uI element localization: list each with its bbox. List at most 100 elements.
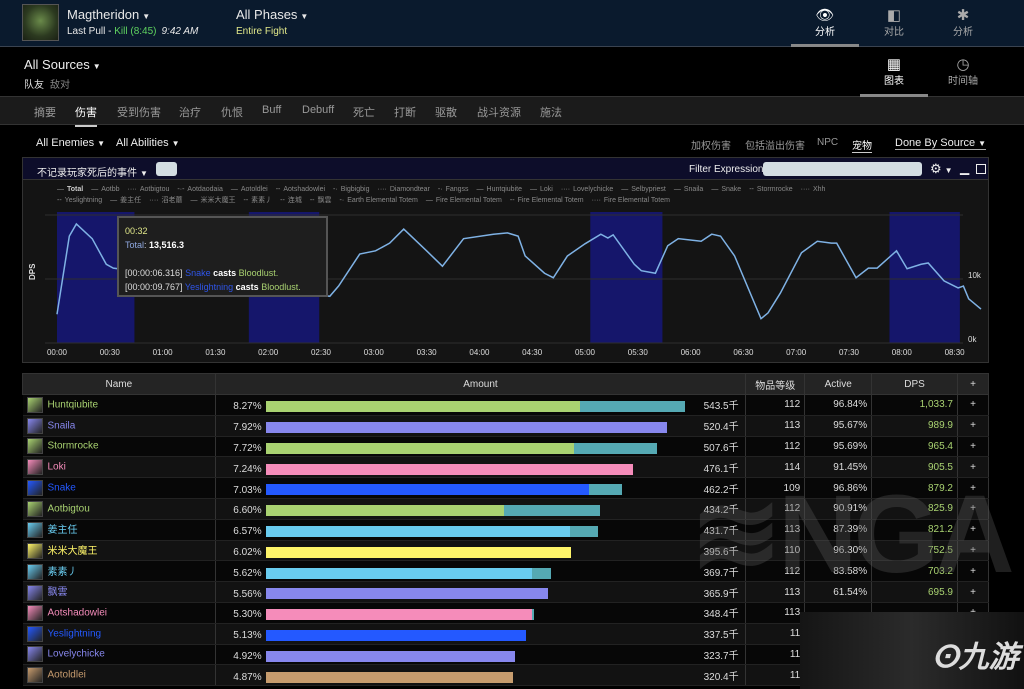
sources-selector[interactable]: All Sources ▼ — [24, 57, 101, 72]
legend-item[interactable]: -· Earth Elemental Totem — [340, 197, 418, 204]
legend-item[interactable]: -· Fangss — [438, 186, 469, 193]
legend-item[interactable]: -- Aotshadowlei — [276, 186, 325, 193]
minimize-icon[interactable]: ▁ — [960, 161, 969, 175]
tab-4[interactable]: 仇恨 — [221, 104, 243, 120]
legend-item[interactable]: -- Stormrocke — [749, 186, 792, 193]
tab-6[interactable]: Debuff — [302, 104, 334, 116]
col-add[interactable]: + — [957, 373, 989, 395]
view-chart[interactable]: ▦ 图表 — [860, 48, 928, 97]
tab-8[interactable]: 打断 — [394, 104, 416, 120]
legend-item[interactable]: — Loki — [530, 186, 553, 193]
legend-item[interactable]: — Huntqiubite — [477, 186, 522, 193]
nav-analyze-2[interactable]: ✱ 分析 — [929, 0, 997, 47]
line-style-icon: — — [230, 186, 238, 193]
legend-item[interactable]: -·- Aotdaodaia — [177, 186, 222, 193]
own-damage-bar — [265, 442, 574, 454]
legend-item[interactable]: — 米米大魔王 — [191, 197, 236, 204]
player-cell[interactable]: Huntqiubite — [22, 394, 216, 416]
x-tick-label: 01:00 — [153, 348, 174, 357]
table-row[interactable]: Snaila 7.92% 520.4千 113 95.67% 989.9 + — [22, 415, 989, 437]
tab-7[interactable]: 死亡 — [353, 104, 375, 120]
legend-item[interactable]: ···· Lovelychicke — [561, 186, 613, 193]
death-events-selector[interactable]: 不记录玩家死后的事件 ▼ — [37, 164, 148, 179]
legend-item[interactable]: — 姜主任 — [110, 197, 141, 204]
legend-item[interactable]: -- Fire Elemental Totem — [510, 197, 584, 204]
line-style-icon: -- — [57, 197, 62, 204]
col-dps[interactable]: DPS — [871, 373, 958, 395]
x-tick-label: 07:00 — [786, 348, 807, 357]
player-cell[interactable]: 姜主任 — [22, 519, 216, 541]
dps-value: 1,033.7 — [871, 394, 958, 416]
legend-item[interactable]: -- 飘雲 — [310, 197, 332, 204]
y-tick-label: 10k — [968, 271, 982, 280]
phase-selector[interactable]: All Phases ▼ — [236, 7, 308, 22]
legend-item[interactable]: ···· Diamondtear — [378, 186, 430, 193]
expand-button[interactable]: + — [957, 415, 989, 437]
player-cell[interactable]: 米米大魔王 — [22, 540, 216, 562]
legend-item[interactable]: — Aotoldlei — [231, 186, 268, 193]
gear-icon[interactable]: ⚙ ▼ — [930, 161, 953, 177]
player-cell[interactable]: Aotoldlei — [22, 664, 216, 687]
player-cell[interactable]: Loki — [22, 456, 216, 479]
ally-option[interactable]: 队友 — [24, 80, 44, 91]
legend-item[interactable]: — Fire Elemental Totem — [426, 197, 502, 204]
tab-1[interactable]: 伤害 — [75, 104, 97, 127]
filter-expression-input[interactable] — [763, 162, 922, 176]
col-item-level[interactable]: 物品等级 — [745, 373, 806, 395]
player-cell[interactable]: Snake — [22, 477, 216, 499]
legend-item[interactable]: — Total — [57, 186, 83, 193]
player-cell[interactable]: Aotshadowlei — [22, 602, 216, 624]
legend-item[interactable]: -- 连城 — [280, 197, 302, 204]
boss-selector[interactable]: Magtheridon ▼ — [67, 7, 150, 22]
col-amount[interactable]: Amount — [214, 373, 747, 395]
player-cell[interactable]: Lovelychicke — [22, 644, 216, 666]
tab-3[interactable]: 治疗 — [179, 104, 201, 120]
player-cell[interactable]: Aotbigtou — [22, 498, 216, 520]
legend-item[interactable]: ···· Fire Elemental Totem — [592, 197, 670, 204]
expand-button[interactable]: + — [957, 394, 989, 416]
legend-item[interactable]: ···· 滔老蘑 — [149, 197, 182, 204]
legend-item[interactable]: ···· Aotbigtou — [128, 186, 170, 193]
include-overkill-toggle[interactable]: 包括溢出伤害 — [745, 137, 805, 152]
legend-item[interactable]: -· Bigbigbig — [333, 186, 369, 193]
table-row[interactable]: Stormrocke 7.72% 507.6千 112 95.69% 965.4 … — [22, 436, 989, 458]
tab-11[interactable]: 施法 — [540, 104, 562, 120]
done-by-selector[interactable]: Done By Source ▼ — [895, 137, 987, 150]
pets-toggle[interactable]: 宠物 — [852, 137, 872, 153]
player-cell[interactable]: 飘雲 — [22, 581, 216, 603]
tab-5[interactable]: Buff — [262, 104, 281, 116]
item-level: 113 — [745, 602, 806, 624]
maximize-icon[interactable] — [976, 164, 986, 174]
legend-item[interactable]: — Snake — [711, 186, 741, 193]
player-cell[interactable]: Yeslightning — [22, 623, 216, 645]
legend-item[interactable]: ···· Xhh — [801, 186, 826, 193]
col-active[interactable]: Active — [804, 373, 873, 395]
legend-item[interactable]: — Snaila — [674, 186, 703, 193]
nav-compare[interactable]: ◧ 对比 — [860, 0, 928, 47]
player-cell[interactable]: Snaila — [22, 415, 216, 437]
legend-item[interactable]: -- 素素丿 — [244, 197, 273, 204]
legend-item[interactable]: — Selbypriest — [621, 186, 666, 193]
nav-analyze[interactable]: 👁 分析 — [791, 0, 859, 47]
view-timeline[interactable]: ◷ 时间轴 — [929, 48, 997, 97]
tab-0[interactable]: 摘要 — [34, 104, 56, 120]
tab-9[interactable]: 驱散 — [435, 104, 457, 120]
enemy-option[interactable]: 敌对 — [50, 80, 70, 91]
tooltip-time: 00:32 — [125, 226, 148, 236]
player-cell[interactable]: Stormrocke — [22, 436, 216, 458]
legend-item[interactable]: — Aotbb — [91, 186, 119, 193]
tab-10[interactable]: 战斗资源 — [477, 104, 521, 120]
legend-item[interactable]: -- Yeslightning — [57, 197, 102, 204]
deaths-toggle[interactable] — [156, 162, 177, 176]
enemies-selector[interactable]: All Enemies ▼ — [36, 137, 105, 149]
player-cell[interactable]: 素素丿 — [22, 560, 216, 583]
class-icon — [26, 522, 43, 539]
weighted-damage-toggle[interactable]: 加权伤害 — [691, 137, 731, 152]
col-name[interactable]: Name — [22, 373, 216, 395]
legend-label: Snaila — [683, 186, 704, 193]
tab-2[interactable]: 受到伤害 — [117, 104, 161, 120]
npc-toggle[interactable]: NPC — [817, 137, 838, 148]
table-row[interactable]: Huntqiubite 8.27% 543.5千 112 96.84% 1,033… — [22, 394, 989, 416]
expand-button[interactable]: + — [957, 436, 989, 458]
abilities-selector[interactable]: All Abilities ▼ — [116, 137, 180, 149]
